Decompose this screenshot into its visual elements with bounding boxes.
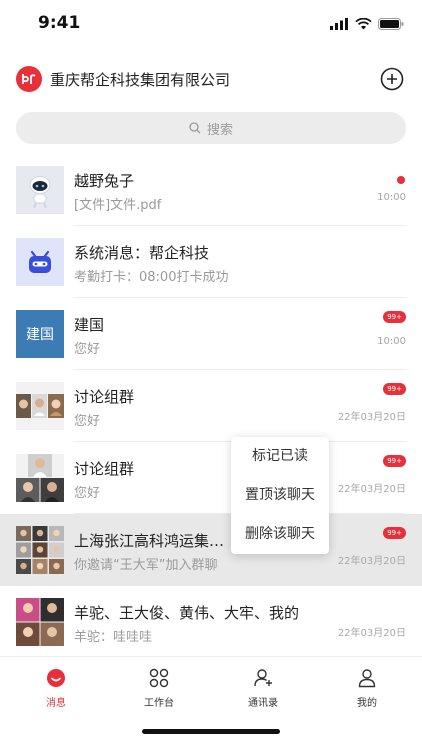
org-name[interactable]: 重庆帮企科技集团有限公司	[50, 69, 230, 90]
search-bar[interactable]: 搜索	[16, 112, 406, 144]
unread-badge: 99+	[383, 455, 406, 467]
chat-preview: 您好	[74, 342, 101, 357]
avatar-robot	[16, 166, 64, 214]
tab-contacts[interactable]: 通讯录	[223, 667, 303, 709]
tab-label: 我的	[357, 698, 377, 709]
avatar-system	[16, 238, 64, 286]
avatar-jianguo: 建国	[16, 310, 64, 358]
unread-badge: 99+	[383, 383, 406, 395]
robot-icon	[16, 166, 64, 214]
tab-bar: 消息 工作台 通讯录 我的	[0, 656, 422, 750]
search-icon	[189, 122, 201, 134]
chat-title: 羊驼、王大俊、黄伟、大牢、我的	[74, 604, 300, 622]
profile-icon	[356, 667, 378, 689]
system-bot-icon	[16, 238, 64, 286]
tab-label: 通讯录	[248, 698, 278, 709]
chat-title: 上海张江高科鸿运集…	[74, 532, 225, 550]
chat-title: 讨论组群	[74, 388, 135, 406]
avatar-group-grid	[16, 526, 64, 574]
chat-item-yueye[interactable]: 越野兔子 [文件]文件.pdf 10:00	[0, 154, 422, 226]
unread-badge: 99+	[383, 527, 406, 539]
menu-item-mark-read[interactable]: 标记已读	[231, 437, 329, 476]
chat-title: 越野兔子	[74, 172, 135, 190]
chat-item-shanghai[interactable]: 上海张江高科鸿运集… 你邀请“王大军”加入群聊 99+ 22年03月20日	[0, 514, 422, 586]
avatar-group-grid	[16, 598, 64, 646]
tab-label: 工作台	[144, 698, 174, 709]
chat-item-yangtuo[interactable]: 羊驼、王大俊、黄伟、大牢、我的 羊驼：哇哇哇 22年03月20日	[0, 586, 422, 658]
context-menu: 标记已读 置顶该聊天 删除该聊天	[231, 437, 329, 554]
chat-time: 22年03月20日	[337, 484, 406, 495]
chat-time: 10:00	[377, 192, 406, 203]
chat-preview: 您好	[74, 486, 101, 501]
chat-time: 22年03月20日	[337, 628, 406, 639]
contacts-icon	[252, 667, 274, 689]
chat-preview: [文件]文件.pdf	[74, 198, 162, 213]
chat-title: 建国	[74, 316, 105, 334]
home-indicator[interactable]	[142, 729, 280, 734]
group-photos-icon	[16, 454, 64, 502]
chat-preview: 您好	[74, 414, 101, 429]
chat-time: 22年03月20日	[337, 412, 406, 423]
add-button[interactable]	[380, 67, 404, 91]
tab-messages[interactable]: 消息	[16, 667, 96, 709]
tab-profile[interactable]: 我的	[327, 667, 407, 709]
status-bar: 9:41	[0, 0, 422, 46]
avatar-group-grid	[16, 454, 64, 502]
group-photos-icon	[16, 382, 64, 430]
chat-time: 22年03月20日	[337, 556, 406, 567]
chat-title: 系统消息：帮企科技	[74, 244, 210, 262]
chat-preview: 你邀请“王大军”加入群聊	[74, 558, 218, 573]
group-photos-icon	[16, 526, 64, 574]
chat-preview: 考勤打卡：08:00打卡成功	[74, 270, 229, 285]
wifi-icon	[355, 18, 372, 30]
battery-icon	[378, 18, 404, 30]
chat-preview: 羊驼：哇哇哇	[74, 630, 153, 645]
search-placeholder: 搜索	[206, 122, 233, 138]
chat-item-group-2[interactable]: 讨论组群 您好 99+ 22年03月20日	[0, 442, 422, 514]
chat-item-system[interactable]: 系统消息：帮企科技 考勤打卡：08:00打卡成功	[0, 226, 422, 298]
message-icon	[45, 667, 67, 689]
chat-time: 10:00	[377, 336, 406, 347]
menu-item-pin-chat[interactable]: 置顶该聊天	[231, 476, 329, 515]
chat-list: 越野兔子 [文件]文件.pdf 10:00 系统消息：帮企科技 考勤打卡：08:…	[0, 154, 422, 658]
unread-badge: 99+	[383, 311, 406, 323]
org-logo-icon	[22, 74, 36, 84]
chat-title: 讨论组群	[74, 460, 135, 478]
chat-item-group-1[interactable]: 讨论组群 您好 99+ 22年03月20日	[0, 370, 422, 442]
signal-icon	[330, 18, 348, 30]
status-time: 9:41	[38, 13, 81, 33]
avatar-group-grid	[16, 382, 64, 430]
group-photos-icon	[16, 598, 64, 646]
chat-item-jianguo[interactable]: 建国 建国 您好 99+ 10:00	[0, 298, 422, 370]
menu-item-delete-chat[interactable]: 删除该聊天	[231, 515, 329, 554]
org-logo	[16, 66, 42, 92]
org-header: 重庆帮企科技集团有限公司	[0, 60, 422, 98]
workbench-icon	[148, 667, 170, 689]
tab-label: 消息	[46, 698, 66, 709]
tab-workbench[interactable]: 工作台	[119, 667, 199, 709]
unread-dot	[397, 176, 405, 184]
status-icons	[330, 18, 404, 30]
avatar-text: 建国	[26, 327, 54, 343]
